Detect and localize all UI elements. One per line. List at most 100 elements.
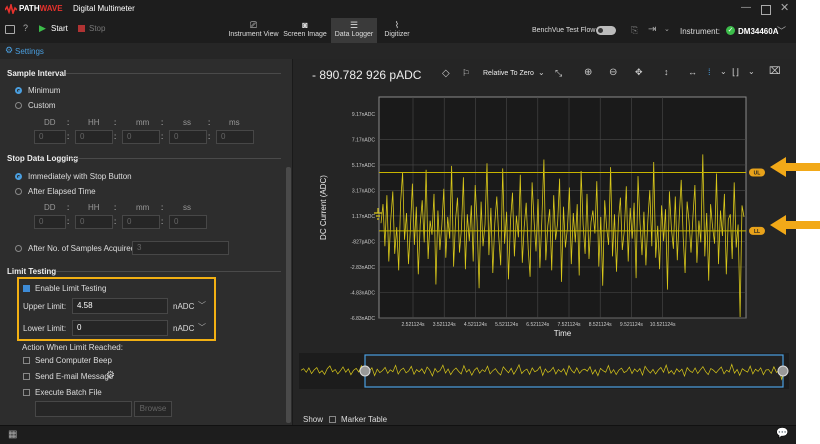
x-tick-label: 10.521124s <box>650 322 676 328</box>
x-tick-label: 9.521124s <box>620 322 643 328</box>
radio-samples[interactable] <box>15 245 22 252</box>
overview-left-handle[interactable] <box>359 365 371 377</box>
close-icon[interactable]: ✕ <box>780 1 789 14</box>
interval-dd-input[interactable]: 0 <box>34 130 66 144</box>
help-icon[interactable]: ? <box>23 23 28 33</box>
benchvue-label: BenchVue Test Flow <box>532 27 596 34</box>
radio-elapsed-time[interactable] <box>15 188 22 195</box>
instrument-dropdown-icon[interactable]: ﹀ <box>777 24 786 37</box>
instrument-label: Instrument: <box>680 27 721 36</box>
y-tick-label: -2.83nADC <box>350 265 375 271</box>
connected-check-icon: ✓ <box>726 26 735 35</box>
minimize-icon[interactable]: — <box>741 2 751 13</box>
radio-stop-button[interactable] <box>15 173 22 180</box>
ss-header: ss <box>183 203 191 212</box>
elapsed-mm-input[interactable]: 0 <box>122 215 160 229</box>
mm-header: mm <box>136 118 150 127</box>
y-tick-label: 9.17nADC <box>352 112 375 118</box>
email-settings-gear-icon[interactable]: ⚙ <box>106 370 115 381</box>
upper-limit-input[interactable]: 4.58 <box>72 298 168 314</box>
lower-limit-label: Lower Limit: <box>23 324 67 333</box>
samples-input[interactable]: 3 <box>132 241 229 255</box>
maximize-icon[interactable] <box>761 5 771 15</box>
enable-limit-label: Enable Limit Testing <box>35 284 107 293</box>
ss-header: ss <box>183 118 191 127</box>
camera-icon: ◙ <box>302 20 308 30</box>
overview-right-handle[interactable] <box>777 365 789 377</box>
enable-limit-checkbox[interactable] <box>23 285 30 292</box>
pathwave-logo-icon <box>5 4 17 14</box>
divider <box>56 271 281 272</box>
export-icon[interactable]: ⎘ <box>631 25 638 36</box>
settings-bar: ⚙ Settings <box>0 43 796 60</box>
gear-icon[interactable]: ⚙ <box>5 45 13 56</box>
dd-header: DD <box>44 203 56 212</box>
x-tick-label: 5.521124s <box>495 322 518 328</box>
batch-file-input[interactable] <box>35 401 132 417</box>
browse-button[interactable]: Browse <box>134 401 172 417</box>
instrument-name[interactable]: DM34460A <box>738 27 778 36</box>
overview-selection <box>364 354 784 388</box>
tab-instrument-view[interactable]: ⎚ Instrument View <box>226 18 281 43</box>
interval-ms-input[interactable]: 0 <box>216 130 254 144</box>
interval-mm-input[interactable]: 0 <box>122 130 160 144</box>
divider <box>66 73 281 74</box>
stop-button[interactable]: Stop <box>89 24 105 33</box>
x-tick-label: 7.521124s <box>558 322 581 328</box>
settings-toggle[interactable]: Settings <box>15 47 44 56</box>
upper-unit-chevron-icon[interactable]: ﹀ <box>198 300 206 311</box>
grid-layout-icon[interactable]: ▦ <box>8 429 17 440</box>
elapsed-hh-input[interactable]: 0 <box>75 215 113 229</box>
beep-checkbox[interactable] <box>23 357 30 364</box>
y-tick-label: 1.17nADC <box>352 214 375 220</box>
elapsed-dd-input[interactable]: 0 <box>34 215 66 229</box>
limit-testing-heading: Limit Testing <box>7 267 57 276</box>
overview-strip[interactable] <box>299 353 789 389</box>
main-chart[interactable]: 9.17nADC 7.17nADC 5.17nADC 3.17nADC 1.17nADC… <box>293 59 796 349</box>
marker-table-checkbox[interactable] <box>329 416 336 423</box>
mm-header: mm <box>136 203 150 212</box>
settings-scrollbar[interactable] <box>286 167 291 423</box>
connect-dropdown-icon[interactable]: ⌄ <box>664 25 670 33</box>
y-tick-label: -4.83nADC <box>350 290 375 296</box>
tab-screen-image[interactable]: ◙ Screen Image <box>283 18 327 43</box>
beep-label: Send Computer Beep <box>35 356 112 365</box>
lower-limit-arrow-icon <box>770 215 820 235</box>
lower-limit-unit[interactable]: nADC <box>173 324 194 333</box>
y-axis-label: DC Current (ADC) <box>319 175 328 240</box>
action-heading: Action When Limit Reached: <box>22 343 123 352</box>
x-tick-label: 4.521124s <box>464 322 487 328</box>
elapsed-time-label: After Elapsed Time <box>28 187 96 196</box>
upper-limit-unit[interactable]: nADC <box>173 302 194 311</box>
start-button[interactable]: Start <box>51 24 68 33</box>
tab-data-logger[interactable]: ☰ Data Logger <box>331 18 377 43</box>
elapsed-ss-input[interactable]: 0 <box>169 215 207 229</box>
batch-checkbox[interactable] <box>23 389 30 396</box>
email-checkbox[interactable] <box>23 373 30 380</box>
ms-header: ms <box>229 118 240 127</box>
y-tick-label: 3.17nADC <box>352 188 375 194</box>
radio-minimum[interactable] <box>15 87 22 94</box>
custom-label: Custom <box>28 101 56 110</box>
monitor-icon: ⎚ <box>249 20 258 30</box>
feedback-icon[interactable]: 💬 <box>776 428 788 439</box>
sample-interval-heading: Sample Interval <box>7 69 67 78</box>
hh-header: HH <box>88 203 100 212</box>
lower-unit-chevron-icon[interactable]: ﹀ <box>198 322 206 333</box>
lower-limit-input[interactable]: 0 <box>72 320 168 336</box>
callout-arrows <box>770 157 820 235</box>
interval-ss-input[interactable]: 0 <box>169 130 207 144</box>
y-tick-label: 7.17nADC <box>352 137 375 143</box>
y-tick-label: -6.83nADC <box>350 316 375 322</box>
app-window: PATHWAVE Digital Multimeter — ✕ ? ▶ Star… <box>0 0 796 444</box>
folder-icon[interactable] <box>5 25 15 34</box>
samples-label: After No. of Samples Acquired <box>28 244 136 253</box>
connect-icon[interactable]: ⇥ <box>648 24 656 35</box>
benchvue-toggle[interactable] <box>596 26 616 35</box>
tab-digitizer[interactable]: ⌇ Digitizer <box>380 18 414 43</box>
dd-header: DD <box>44 118 56 127</box>
hh-header: HH <box>88 118 100 127</box>
radio-custom[interactable] <box>15 102 22 109</box>
interval-hh-input[interactable]: 0 <box>75 130 113 144</box>
database-icon: ☰ <box>349 20 359 30</box>
